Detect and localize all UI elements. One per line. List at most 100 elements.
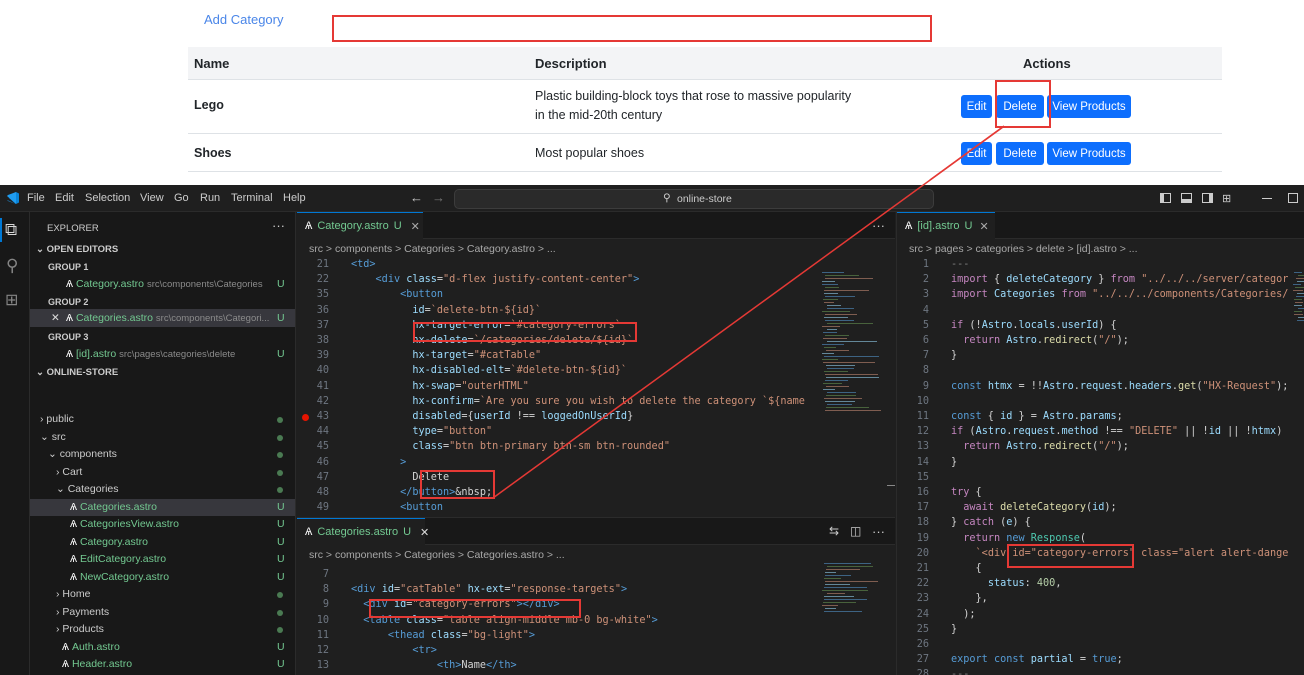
command-center-search[interactable]: ⚲ online-store [454, 189, 934, 209]
customize-layout-icon[interactable]: ⊞ [1222, 192, 1231, 205]
minimap-line [1298, 275, 1304, 276]
project-header[interactable]: ⌄ ONLINE-STORE [36, 367, 118, 378]
astro-file-icon: Ѧ [62, 641, 72, 653]
menu-selection[interactable]: Selection [85, 192, 130, 204]
code-line: import { deleteCategory } from "../../..… [951, 274, 1288, 285]
menu-run[interactable]: Run [200, 192, 220, 204]
menu-file[interactable]: File [27, 192, 45, 204]
menu-help[interactable]: Help [283, 192, 306, 204]
open-editor-path: src\components\Categori... [156, 313, 270, 324]
tree-folder-item[interactable]: › Cart [56, 466, 82, 478]
line-number: 27 [897, 654, 929, 665]
menu-go[interactable]: Go [174, 192, 189, 204]
more-actions-icon[interactable]: ··· [272, 218, 285, 233]
more-actions-icon[interactable]: ··· [872, 524, 885, 539]
code-editor[interactable]: 7 8 <div id="catTable" hx-ext="response-ta… [297, 569, 817, 675]
col-actions-header: Actions [1023, 56, 1071, 71]
tree-file-item[interactable]: Ѧ Auth.astro [62, 641, 120, 653]
tree-folder-item[interactable]: ⌄ Categories [56, 483, 119, 495]
view-products-button[interactable]: View Products [1047, 95, 1131, 118]
code-editor[interactable]: 21 <td> 22 <div class="d-flex justify-cont… [297, 259, 817, 515]
extensions-icon[interactable]: ⊞ [5, 290, 18, 310]
minimap[interactable] [822, 563, 882, 613]
line-number: 23 [897, 593, 929, 604]
line-number: 28 [897, 669, 929, 675]
open-editor-item[interactable]: Ѧ Category.astro src\components\Categori… [66, 278, 263, 290]
code-line: id=`delete-btn-${id}` [351, 305, 541, 316]
line-number: 5 [897, 320, 929, 331]
edit-button[interactable]: Edit [961, 95, 992, 118]
split-editor-icon[interactable]: ◫ [850, 524, 861, 538]
line-number: 16 [897, 487, 929, 498]
tree-file-item[interactable]: Ѧ Categories.astro [70, 501, 157, 513]
code-line: <button [351, 502, 443, 513]
minimap-line [825, 335, 849, 336]
close-icon[interactable]: ✕ [411, 220, 420, 233]
view-products-button[interactable]: View Products [1047, 142, 1131, 165]
minimap-line [827, 404, 852, 405]
back-arrow-icon[interactable]: ← [410, 190, 423, 205]
add-category-link[interactable]: Add Category [204, 12, 284, 27]
open-editor-item[interactable]: Ѧ Categories.astro src\components\Catego… [66, 312, 269, 324]
menu-view[interactable]: View [140, 192, 164, 204]
toggle-primary-sidebar-icon[interactable] [1160, 193, 1171, 203]
tree-file-item[interactable]: Ѧ Header.astro [62, 658, 132, 670]
line-number: 10 [897, 396, 929, 407]
code-line: <div class="d-flex justify-content-cente… [351, 274, 639, 285]
tree-file-item[interactable]: Ѧ EditCategory.astro [70, 553, 166, 565]
tab-bar: Ѧ [id].astro U ✕ [897, 212, 1304, 239]
tab-categories-astro[interactable]: Ѧ Categories.astro U ✕ [297, 518, 425, 545]
minimize-icon[interactable] [1262, 198, 1272, 199]
tree-folder-item[interactable]: ⌄ components [48, 448, 117, 460]
forward-arrow-icon[interactable]: → [432, 190, 445, 205]
minimap-line [825, 584, 850, 585]
line-number: 17 [897, 502, 929, 513]
astro-file-icon: Ѧ [70, 571, 80, 583]
tree-file-item[interactable]: Ѧ NewCategory.astro [70, 571, 169, 583]
maximize-icon[interactable] [1288, 193, 1298, 203]
more-actions-icon[interactable]: ··· [872, 218, 885, 233]
close-icon[interactable]: ✕ [420, 526, 429, 539]
tab-category-astro[interactable]: Ѧ Category.astro U ✕ [297, 212, 423, 239]
edit-button[interactable]: Edit [961, 142, 992, 165]
tree-folder-item[interactable]: › Home [56, 588, 90, 600]
delete-button[interactable]: Delete [996, 142, 1044, 165]
breakpoint-icon[interactable] [302, 414, 309, 421]
code-line: <tr> [351, 645, 437, 656]
tree-item-label: Header.astro [72, 658, 132, 670]
menu-terminal[interactable]: Terminal [231, 192, 273, 204]
tree-file-item[interactable]: Ѧ Category.astro [70, 536, 148, 548]
tree-item-label: components [60, 448, 117, 460]
menu-edit[interactable]: Edit [55, 192, 74, 204]
toggle-secondary-sidebar-icon[interactable] [1202, 193, 1213, 203]
open-editor-item[interactable]: Ѧ [id].astro src\pages\categories\delete [66, 348, 235, 360]
minimap[interactable] [1293, 272, 1304, 322]
untracked-badge: U [277, 278, 285, 290]
minimap-line [822, 605, 838, 606]
open-editors-header[interactable]: ⌄ OPEN EDITORS [36, 244, 118, 255]
delete-button[interactable]: Delete [996, 95, 1044, 118]
code-line: } [951, 624, 957, 635]
code-line: <th>Name</th> [351, 660, 517, 671]
tree-file-item[interactable]: Ѧ CategoriesView.astro [70, 518, 179, 530]
code-line: } catch (e) { [951, 517, 1031, 528]
tab-id-astro[interactable]: Ѧ [id].astro U ✕ [897, 212, 995, 239]
close-icon[interactable]: ✕ [51, 312, 60, 324]
tree-folder-item[interactable]: ⌄ src [40, 431, 66, 443]
web-app-area: Add Category Name Description Actions Le… [0, 0, 1304, 185]
search-icon[interactable]: ⚲ [6, 256, 18, 276]
tree-item-label: src [52, 431, 66, 443]
minimap-line [1297, 281, 1304, 282]
line-number: 38 [297, 335, 329, 346]
tree-folder-item[interactable]: › Products [56, 623, 104, 635]
minimap-line [827, 368, 854, 369]
toggle-panel-icon[interactable] [1181, 193, 1192, 203]
compare-icon[interactable]: ⇆ [829, 524, 839, 538]
tree-folder-item[interactable]: › Payments [56, 606, 109, 618]
close-icon[interactable]: ✕ [980, 220, 989, 233]
explorer-icon[interactable]: ⧉ [5, 220, 17, 240]
code-editor[interactable]: 1 --- 2 import { deleteCategory } from "../… [897, 259, 1292, 675]
tree-item-label: NewCategory.astro [80, 571, 169, 583]
minimap[interactable] [822, 272, 882, 412]
tree-folder-item[interactable]: › public [40, 413, 74, 425]
